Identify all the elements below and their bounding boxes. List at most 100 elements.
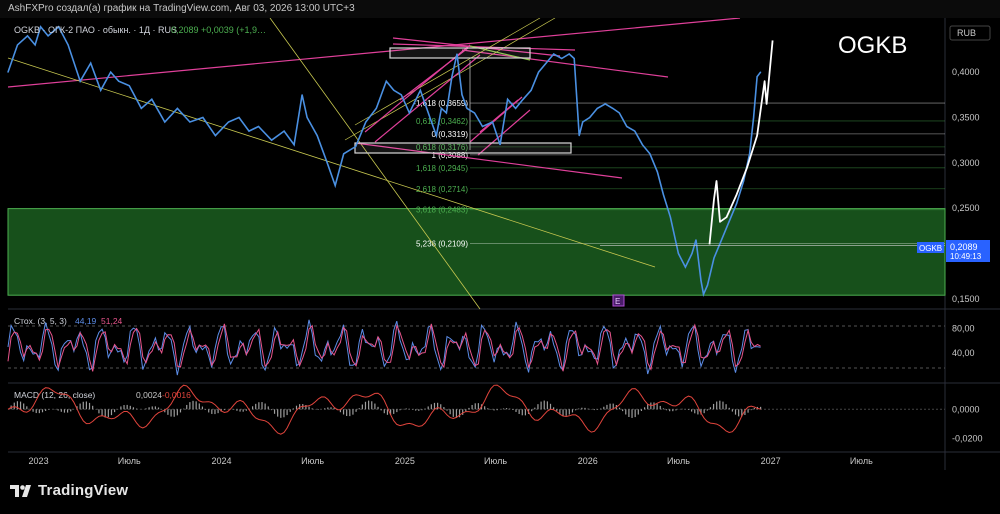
price-point [522, 98, 524, 100]
fib-level-label: 1,618 (0,2945) [416, 164, 468, 173]
price-point [202, 116, 204, 119]
price-point [538, 71, 540, 73]
price-point [491, 121, 494, 123]
time-axis-tick: 2023 [29, 456, 49, 466]
support-zone-layer [7, 208, 946, 296]
time-axis[interactable]: 2023 Июль 2024 Июль 2025 Июль 2026 Июль 2027 Июль [29, 456, 874, 466]
stoch-value-d: 51,24 [101, 316, 123, 326]
macd-value-1: 0,0024 [136, 390, 162, 400]
price-point [612, 107, 614, 110]
price-point [578, 135, 580, 137]
price-point [530, 89, 532, 91]
price-point [706, 284, 709, 286]
time-axis-tick: Июль [118, 456, 141, 466]
price-point [408, 112, 410, 114]
tradingview-logo[interactable]: TradingView [10, 482, 128, 499]
price-point [760, 71, 762, 73]
price-point [700, 280, 702, 282]
price-point [728, 221, 730, 223]
event-marker-label: E [615, 297, 620, 306]
price-point [649, 153, 651, 155]
time-axis-tick: 2024 [211, 456, 231, 466]
price-point [306, 116, 308, 119]
price-point [343, 153, 345, 155]
price-point [604, 103, 606, 105]
fib-level-label: 0,618 (0,3462) [416, 117, 468, 126]
price-point [596, 107, 598, 110]
price-point [445, 112, 448, 114]
price-point [553, 53, 555, 55]
price-point [151, 98, 153, 100]
price-point [691, 252, 693, 255]
price-point [435, 135, 438, 137]
price-point [270, 139, 273, 141]
price-point [461, 94, 463, 96]
last-price-tag-countdown: 10:49:13 [950, 252, 982, 261]
price-point [100, 89, 102, 91]
price-legend: OGKB · ОГК-2 ПАО · обыкн. · 1Д · RUS 0,2… [14, 25, 266, 35]
price-point [466, 107, 468, 110]
price-point [385, 80, 387, 82]
price-point [110, 71, 112, 73]
event-marker[interactable]: E [612, 294, 625, 307]
price-point [473, 112, 476, 114]
price-point [164, 121, 166, 123]
price-axis-tick: 0,4000 [952, 67, 980, 77]
price-axis-tick: 0,1500 [952, 294, 980, 304]
price-point [545, 62, 547, 64]
tradingview-logo-text: TradingView [38, 482, 129, 499]
stoch-axis-tick: 40,00 [952, 348, 975, 358]
price-point [128, 85, 130, 87]
macd-axis-tick: 0,0000 [952, 404, 980, 414]
support-zone [7, 208, 946, 296]
time-axis-tick: Июль [484, 456, 507, 466]
currency-label: RUB [957, 28, 976, 38]
price-point [702, 293, 705, 295]
stoch-label: Стох. (3, 5, 3) [14, 316, 67, 326]
price-point [118, 80, 120, 82]
price-point [189, 121, 191, 123]
price-point [573, 57, 575, 60]
price-point [7, 71, 9, 73]
price-point [375, 107, 377, 110]
ticker-watermark: OGKB [838, 32, 907, 59]
price-point [419, 89, 421, 91]
price-point [214, 135, 217, 137]
price-point [316, 135, 318, 137]
author-caption-bar: AshFXPro создал(а) график на TradingView… [0, 0, 1000, 18]
price-point [756, 76, 758, 78]
price-point [257, 125, 260, 128]
price-point [499, 144, 501, 146]
price-point [684, 266, 687, 268]
price-point [514, 107, 517, 110]
price-point [283, 130, 285, 132]
price-point [248, 130, 250, 132]
price-point [695, 239, 697, 241]
price-point [79, 80, 81, 82]
range-box-top [389, 47, 531, 59]
price-point [481, 125, 484, 128]
price-point [47, 35, 49, 37]
time-axis-tick: Июль [850, 456, 873, 466]
time-axis-tick: 2027 [761, 456, 781, 466]
price-point [713, 257, 715, 259]
price-point [26, 35, 29, 37]
chart-canvas[interactable]: -1,618 (0,3659)0,618 (0,3462)0 (0,3319)0… [0, 18, 1000, 470]
macd-axis-tick: -0,0200 [952, 433, 983, 443]
price-point [355, 145, 357, 148]
price-point [393, 89, 395, 91]
stochastic-panel: Стох. (3, 5, 3) 44,19 51,24 80,00 40,00 [7, 316, 975, 376]
price-point [742, 180, 745, 182]
price-point [582, 121, 584, 123]
price-point [669, 216, 672, 218]
price-axis[interactable]: 0,40000,35000,30000,25000,20000,1500 [952, 67, 980, 304]
time-axis-tick: Июль [667, 456, 690, 466]
price-point [67, 44, 69, 46]
price-point [568, 53, 570, 55]
price-point [720, 239, 723, 241]
price-point [227, 121, 230, 123]
price-point [656, 171, 658, 173]
macd-panel: MACD (12, 26, close) 0,0024 -0,0016 0,00… [7, 384, 983, 443]
price-point [440, 107, 443, 110]
stoch-axis-tick: 80,00 [952, 323, 975, 333]
